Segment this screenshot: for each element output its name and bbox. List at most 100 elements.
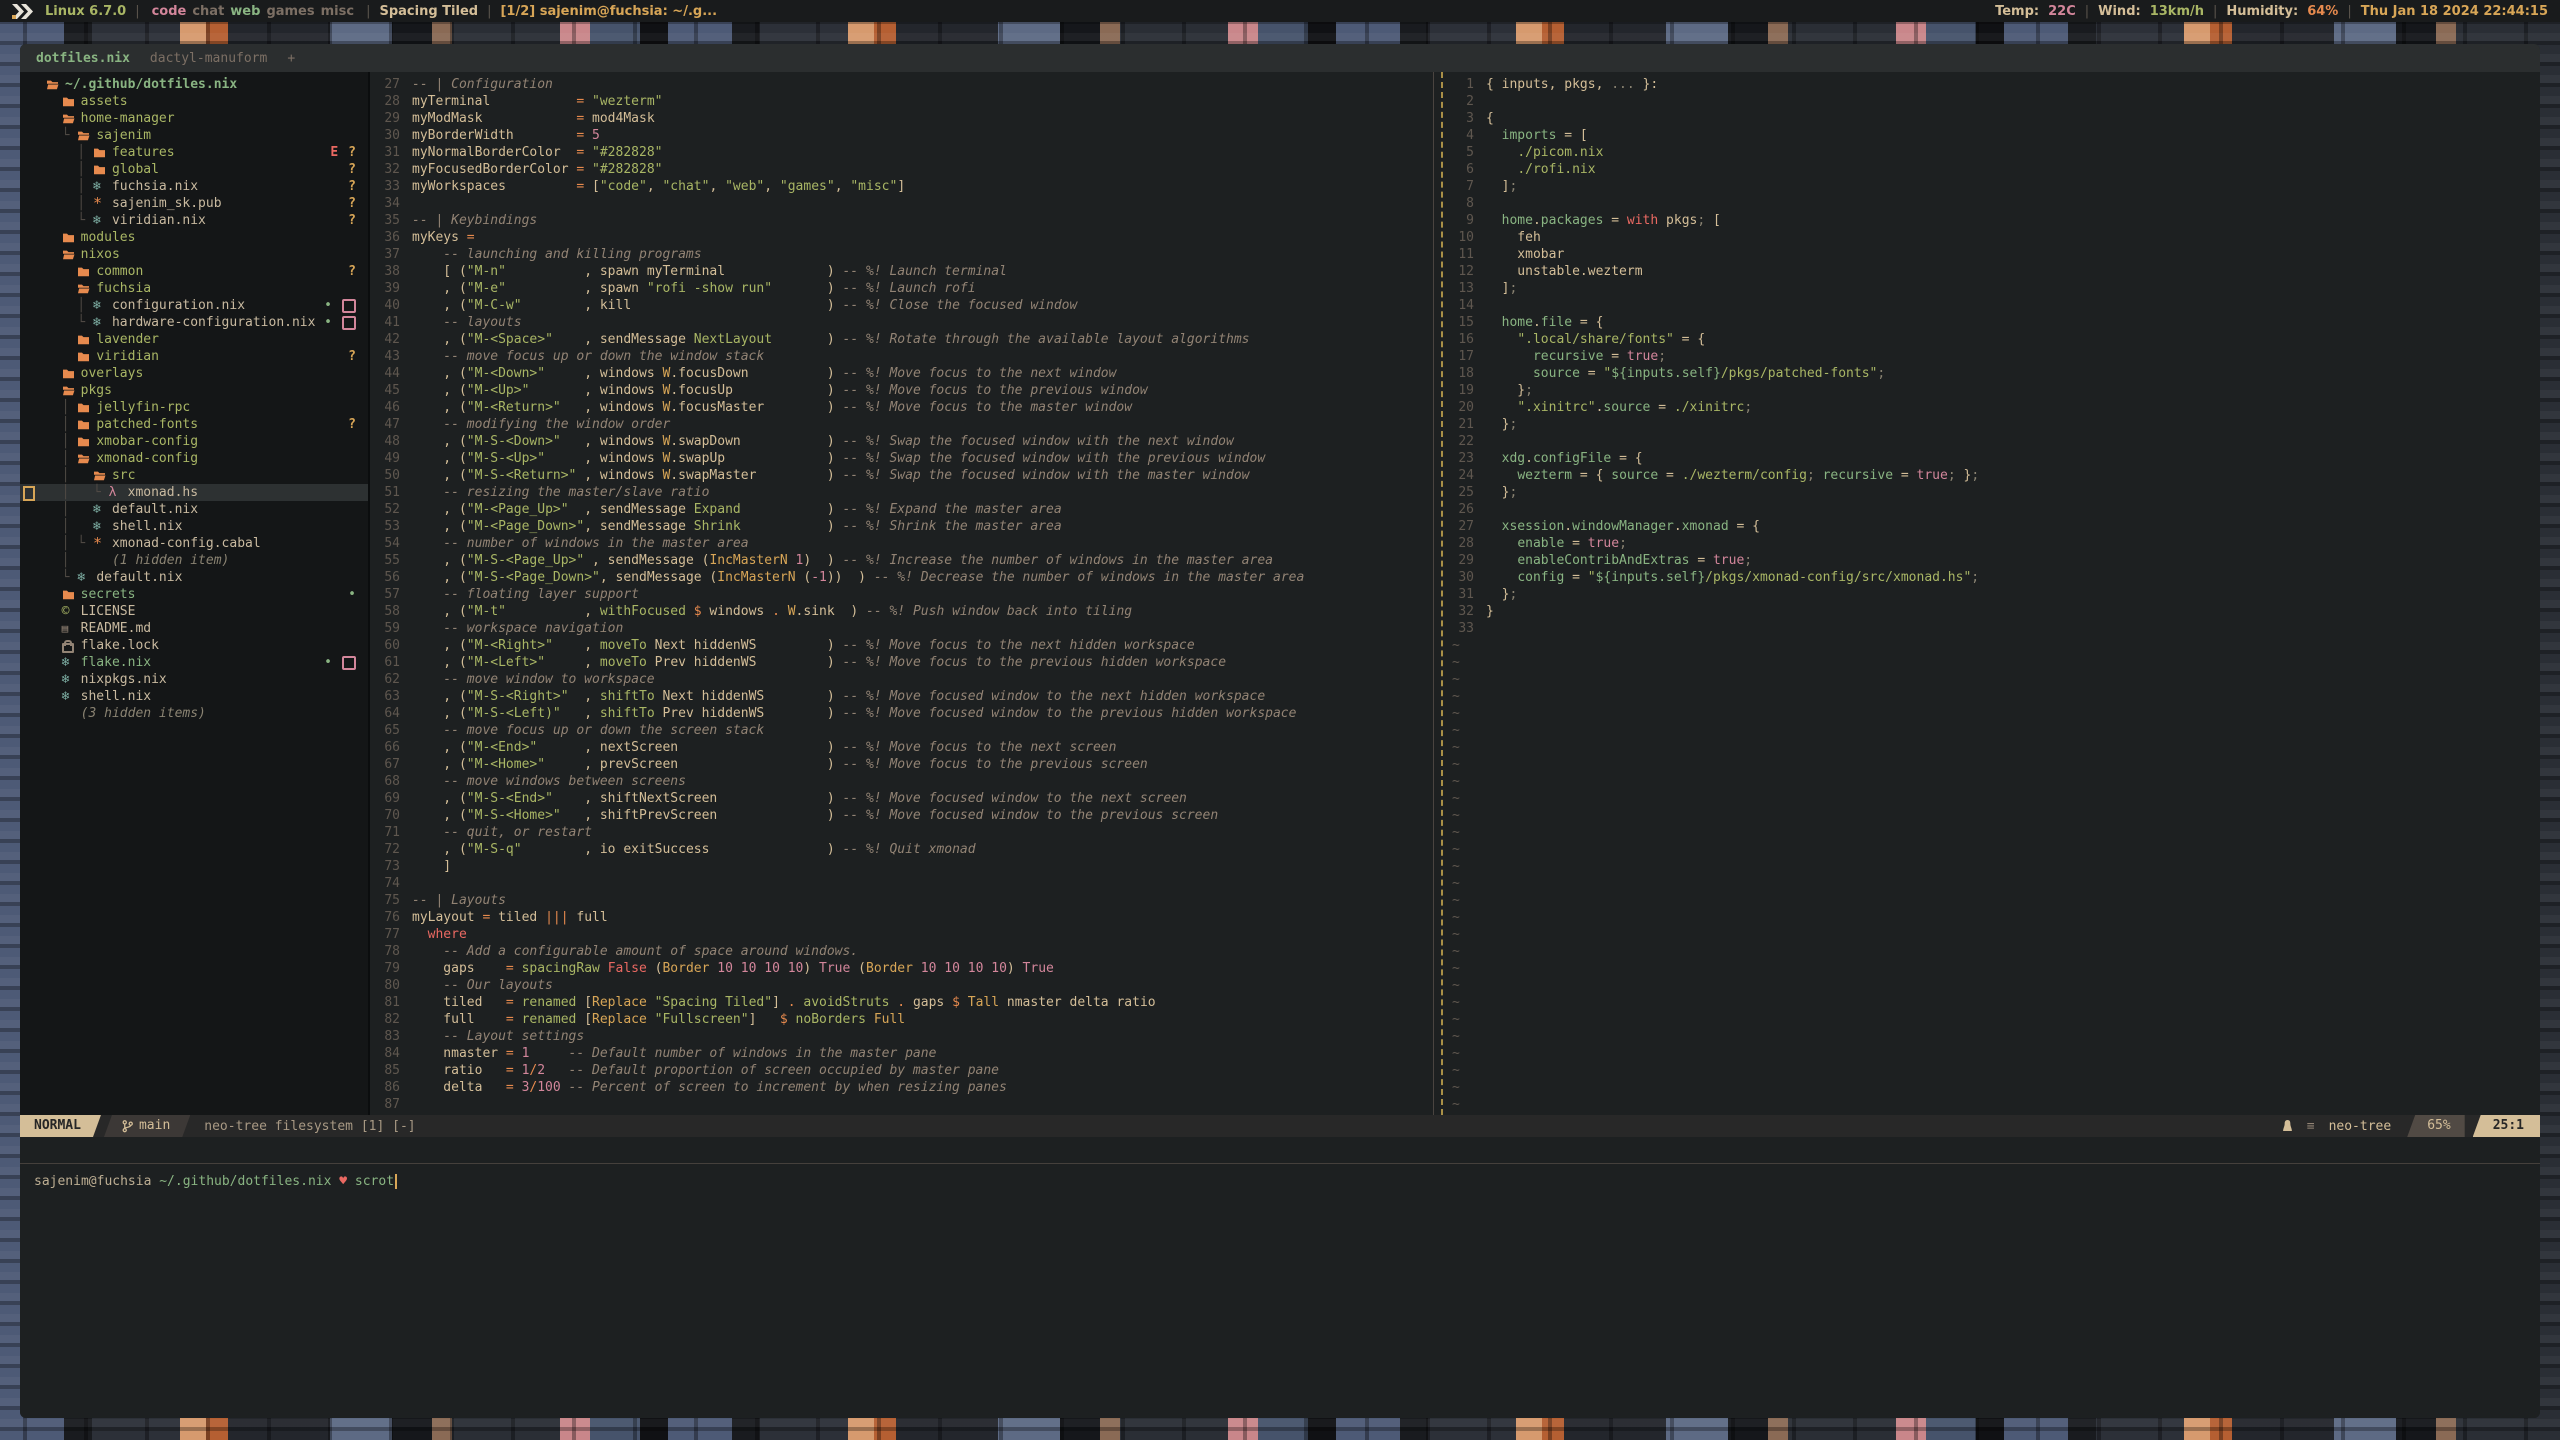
modified-badge: •: [324, 297, 332, 314]
tree-item-LICENSE[interactable]: ©LICENSE: [20, 603, 368, 620]
tree-item-label: default.nix: [96, 569, 182, 586]
tree-guides: [46, 331, 77, 348]
tree-item-label: jellyfin-rpc: [96, 399, 190, 416]
new-tab-button[interactable]: +: [287, 51, 295, 66]
tree-item-label: xmobar-config: [96, 433, 198, 450]
shell-pane[interactable]: sajenim@fuchsia ~/.github/dotfiles.nix ♥…: [20, 1164, 2540, 1418]
tree-item-xmobar-config[interactable]: │ xmobar-config: [20, 433, 368, 450]
empty-buffer-line: ~: [1446, 977, 2540, 994]
line-number: 72: [370, 841, 412, 858]
tree-guides: │: [46, 195, 93, 212]
tree-item-fuchsia.nix[interactable]: │ ❄fuchsia.nix?: [20, 178, 368, 195]
code-line-40: 40 , ("M-C-w" , kill ) -- %! Close the f…: [370, 297, 1433, 314]
tree-item-nixos[interactable]: nixos: [20, 246, 368, 263]
tree-item-default.nix[interactable]: │ ❄default.nix: [20, 501, 368, 518]
tree-item-badges: ?: [348, 161, 356, 178]
line-number: 33: [370, 178, 412, 195]
tree-item-sajenim[interactable]: └ sajenim: [20, 127, 368, 144]
tree-item-viridian.nix[interactable]: └ ❄viridian.nix?: [20, 212, 368, 229]
tree-item-sajenimsk.pub[interactable]: │ *sajenim_sk.pub?: [20, 195, 368, 212]
tree-item-global[interactable]: │ global?: [20, 161, 368, 178]
tree-item-README.md[interactable]: ▤README.md: [20, 620, 368, 637]
tree-item-flake.nix[interactable]: ❄flake.nix•: [20, 654, 368, 671]
tree-item-label: (1 hidden item): [112, 552, 229, 569]
tree-item-xmonad-config[interactable]: │ xmonad-config: [20, 450, 368, 467]
tree-item-.githubdotfiles.nix[interactable]: ~/.github/dotfiles.nix: [20, 76, 368, 93]
line-number: 63: [370, 688, 412, 705]
tree-item-configuration.nix[interactable]: │ ❄configuration.nix•: [20, 297, 368, 314]
tree-item-modules[interactable]: modules: [20, 229, 368, 246]
code-line-56: 56 , ("M-S-<Page_Down>", sendMessage (In…: [370, 569, 1433, 586]
line-number: 68: [370, 773, 412, 790]
tree-item-hardware-configuration.nix[interactable]: └ ❄hardware-configuration.nix•: [20, 314, 368, 331]
line-number: 67: [370, 756, 412, 773]
tree-item-features[interactable]: │ featuresE?: [20, 144, 368, 161]
tree-item-label: global: [112, 161, 159, 178]
untracked-badge: ?: [348, 178, 356, 195]
mode-indicator: NORMAL: [20, 1115, 101, 1137]
line-number: 13: [1446, 280, 1486, 297]
code-line-37: 37 -- launching and killing programs: [370, 246, 1433, 263]
tree-item-assets[interactable]: assets: [20, 93, 368, 110]
tree-item-nixpkgs.nix[interactable]: ❄nixpkgs.nix: [20, 671, 368, 688]
tree-item-label: ~/.github/dotfiles.nix: [65, 76, 237, 93]
separator: |: [366, 4, 370, 19]
workspace-games[interactable]: games: [266, 4, 314, 19]
code-line-66: 66 , ("M-<End>" , nextScreen ) -- %! Mov…: [370, 739, 1433, 756]
workspace-misc[interactable]: misc: [321, 4, 354, 19]
line-number: 85: [370, 1062, 412, 1079]
tree-item-patched-fonts[interactable]: │ patched-fonts?: [20, 416, 368, 433]
code-line-38: 38 [ ("M-n" , spawn myTerminal ) -- %! L…: [370, 263, 1433, 280]
line-number: 73: [370, 858, 412, 875]
code-line-6: 6 ./rofi.nix: [1446, 161, 2540, 178]
tree-guides: [46, 637, 62, 654]
code-line-21: 21 };: [1446, 416, 2540, 433]
tree-item-common[interactable]: common?: [20, 263, 368, 280]
code-line-83: 83 -- Layout settings: [370, 1028, 1433, 1045]
line-number: 38: [370, 263, 412, 280]
editor-nix-file[interactable]: 1{ inputs, pkgs, ... }:23{4 imports = [5…: [1446, 72, 2540, 1115]
modified-badge: •: [324, 654, 332, 671]
tree-item-pkgs[interactable]: pkgs: [20, 382, 368, 399]
line-number: 56: [370, 569, 412, 586]
untracked-badge: ?: [348, 263, 356, 280]
tree-item-xmonad.hs[interactable]: │ └ λxmonad.hs: [20, 484, 368, 501]
tree-item-1hiddenitem[interactable]: │ (1 hidden item): [20, 552, 368, 569]
tree-item-label: nixos: [81, 246, 120, 263]
line-number: 26: [1446, 501, 1486, 518]
tree-item-flake.lock[interactable]: flake.lock: [20, 637, 368, 654]
workspace-web[interactable]: web: [230, 4, 260, 19]
tree-item-secrets[interactable]: secrets•: [20, 586, 368, 603]
tree-item-fuchsia[interactable]: fuchsia: [20, 280, 368, 297]
line-number: 45: [370, 382, 412, 399]
neotree-panel[interactable]: ~/.github/dotfiles.nix assets home-manag…: [20, 72, 368, 1115]
editor-xmonad-hs[interactable]: 27-- | Configuration28myTerminal = "wezt…: [370, 72, 1433, 1115]
tree-item-src[interactable]: │ src: [20, 467, 368, 484]
code-line-25: 25 };: [1446, 484, 2540, 501]
tree-item-xmonad-config.cabal[interactable]: │ └ *xmonad-config.cabal: [20, 535, 368, 552]
tree-item-home-manager[interactable]: home-manager: [20, 110, 368, 127]
tree-item-shell.nix[interactable]: ❄shell.nix: [20, 688, 368, 705]
tree-item-viridian[interactable]: viridian?: [20, 348, 368, 365]
tree-item-lavender[interactable]: lavender: [20, 331, 368, 348]
tab-dotfiles[interactable]: dotfiles.nix: [36, 51, 130, 66]
tree-item-3hiddenitems[interactable]: (3 hidden items): [20, 705, 368, 722]
tree-item-shell.nix[interactable]: │ ❄shell.nix: [20, 518, 368, 535]
line-number: 21: [1446, 416, 1486, 433]
tree-item-label: shell.nix: [81, 688, 151, 705]
workspace-chat[interactable]: chat: [192, 4, 224, 19]
tab-dactyl-manuform[interactable]: dactyl-manuform: [150, 51, 267, 66]
nvim-cmdline[interactable]: [20, 1137, 2540, 1163]
tree-item-jellyfin-rpc[interactable]: │ jellyfin-rpc: [20, 399, 368, 416]
folder-icon: [62, 368, 81, 379]
tree-item-default.nix[interactable]: └ ❄default.nix: [20, 569, 368, 586]
humidity-label: Humidity:: [2226, 4, 2298, 19]
tree-guides: [46, 620, 62, 637]
workspace-code[interactable]: code: [152, 4, 187, 19]
folder-icon: [62, 232, 81, 243]
line-number: 32: [370, 161, 412, 178]
code-line-52: 52 , ("M-<Page_Up>" , sendMessage Expand…: [370, 501, 1433, 518]
tree-item-overlays[interactable]: overlays: [20, 365, 368, 382]
tree-item-label: sajenim_sk.pub: [112, 195, 222, 212]
split-separator[interactable]: [1433, 72, 1446, 1115]
